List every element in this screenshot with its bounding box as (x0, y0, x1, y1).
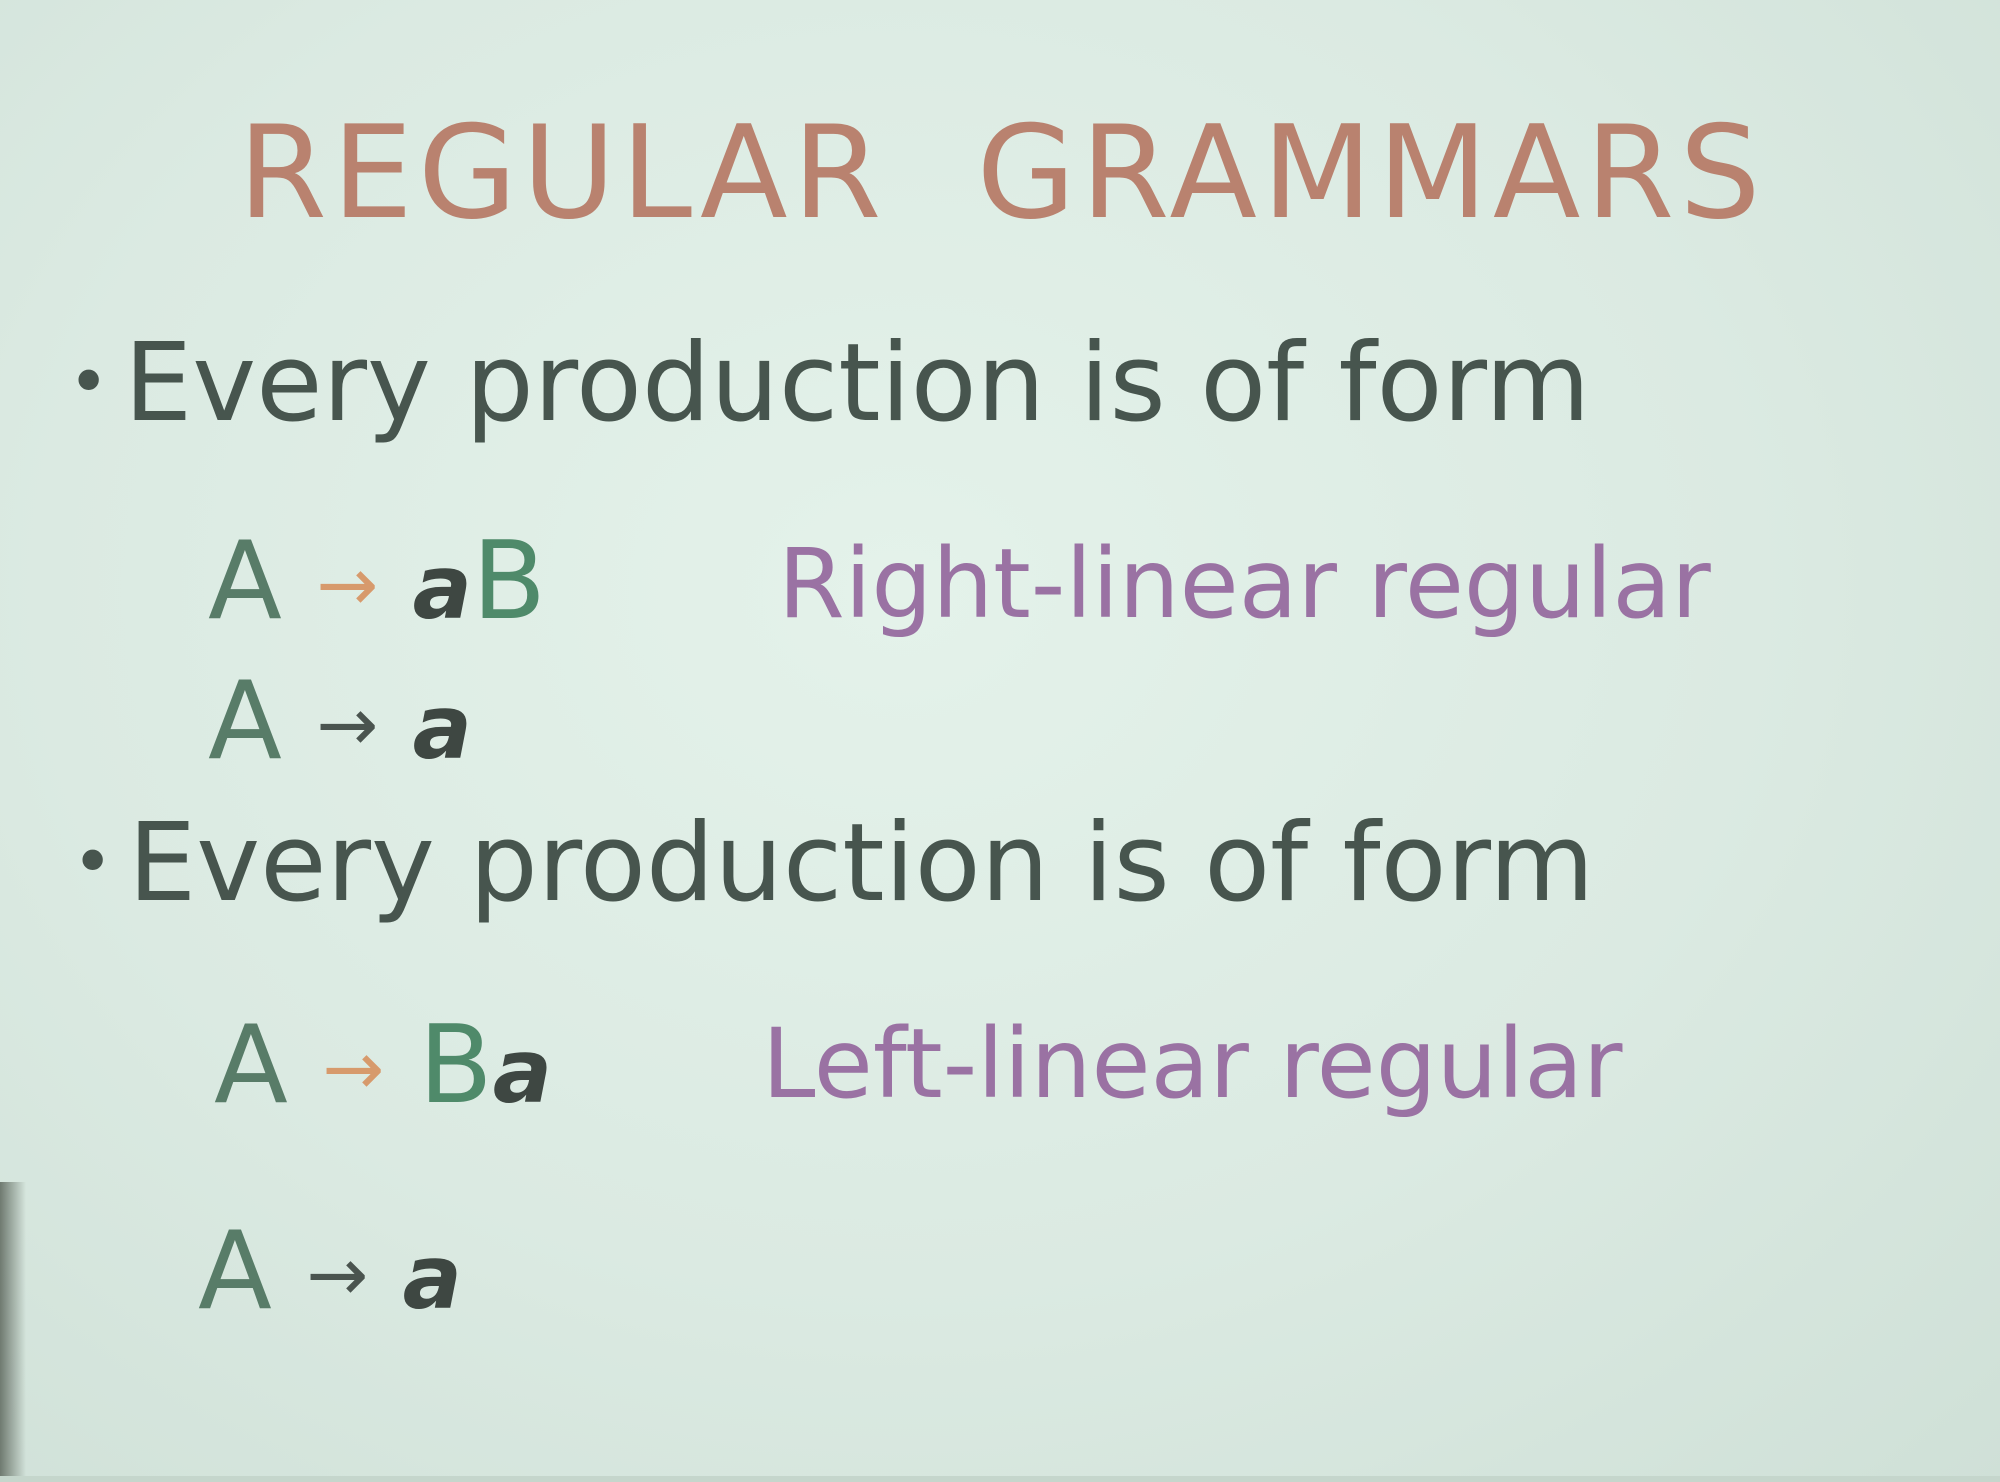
title-word-grammars: GRAMMARS (976, 99, 1766, 248)
production-right-linear: A → aB (208, 528, 546, 636)
nonterminal-a: A (208, 519, 282, 644)
bullet-dot-icon: • (68, 341, 110, 424)
bullet-text-1: Every production is of form (124, 321, 1591, 446)
bullet-item-1: • Every production is of form (68, 330, 1590, 438)
production-left-linear: A → Ba (214, 1012, 552, 1120)
slide-title: REGULAR GRAMMARS (238, 110, 1766, 238)
nonterminal-b: B (471, 519, 547, 644)
nonterminal-a: A (198, 1209, 272, 1334)
slide: REGULAR GRAMMARS • Every production is of … (0, 0, 2000, 1482)
production-terminal-2: A → a (198, 1218, 462, 1326)
bullet-item-2: • Every production is of form (72, 810, 1594, 918)
frame-shadow (0, 1182, 26, 1482)
terminal-a: a (412, 676, 472, 779)
bullet-text-2: Every production is of form (128, 801, 1595, 926)
arrow-icon: → (316, 682, 379, 768)
arrow-icon: → (306, 1232, 369, 1318)
label-right-linear: Right-linear regular (778, 528, 1711, 640)
nonterminal-a: A (214, 1003, 288, 1128)
production-terminal-1: A → a (208, 668, 472, 776)
arrow-icon: → (316, 542, 379, 628)
nonterminal-a: A (208, 659, 282, 784)
terminal-a: a (412, 536, 472, 639)
label-left-linear: Left-linear regular (762, 1008, 1623, 1120)
nonterminal-b: B (418, 1003, 493, 1128)
arrow-icon: → (322, 1026, 385, 1112)
terminal-a: a (402, 1226, 462, 1329)
terminal-a: a (492, 1020, 553, 1123)
bullet-dot-icon: • (72, 821, 114, 904)
frame-bottom-edge (0, 1476, 2000, 1482)
title-word-regular: REGULAR (238, 99, 887, 248)
